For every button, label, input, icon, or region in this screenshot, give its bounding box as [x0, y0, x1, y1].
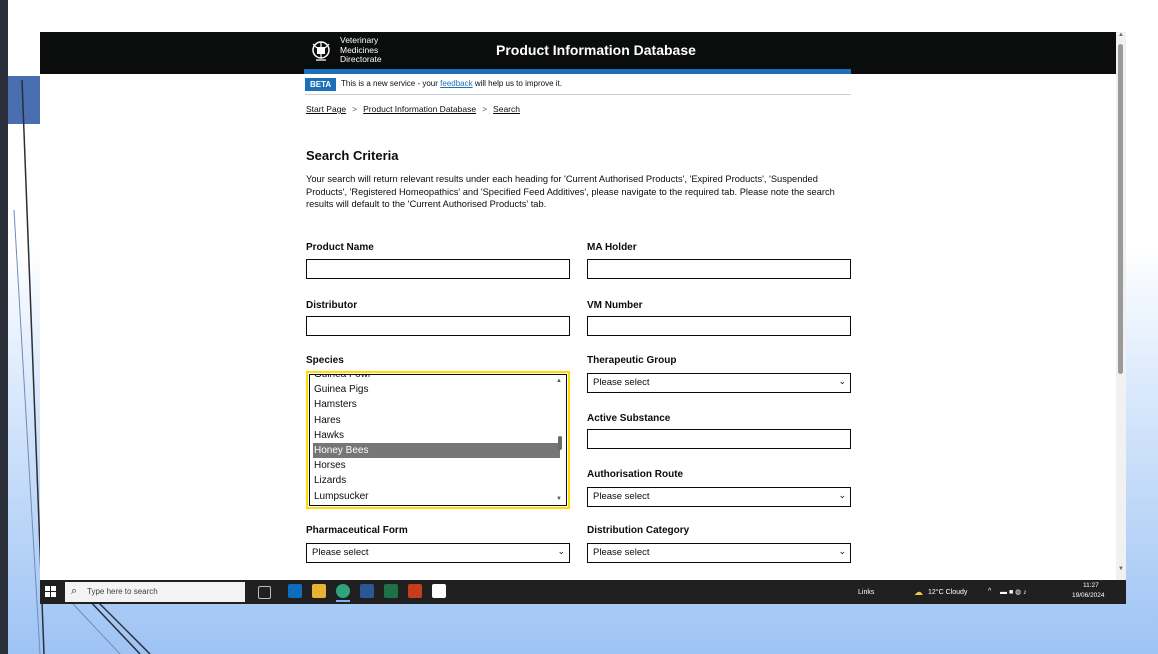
- chevron-down-icon: ⌄: [557, 546, 565, 556]
- distributor-input[interactable]: [306, 316, 570, 336]
- breadcrumb-separator: >: [482, 104, 488, 114]
- authorisation-route-label: Authorisation Route: [587, 469, 684, 480]
- therapeutic-group-value: Please select: [593, 377, 650, 388]
- page-scrollbar[interactable]: ▲ ▼: [1116, 32, 1126, 580]
- page-scroll-thumb[interactable]: [1118, 44, 1123, 374]
- therapeutic-group-select[interactable]: Please select ⌄: [587, 373, 851, 393]
- feedback-link[interactable]: feedback: [440, 79, 472, 88]
- distributor-label: Distributor: [306, 300, 358, 311]
- taskbar-search-box[interactable]: ⌕ Type here to search: [65, 582, 245, 602]
- beta-text-after: will help us to improve it.: [472, 79, 562, 88]
- beta-text-before: This is a new service - your: [341, 79, 441, 88]
- authorisation-route-select[interactable]: Please select ⌄: [587, 487, 851, 507]
- file-explorer-icon[interactable]: [312, 584, 326, 598]
- vm-number-input[interactable]: [587, 316, 851, 336]
- browser-screenshot: Veterinary Medicines Directorate Product…: [40, 32, 1126, 604]
- species-listbox-frame: Guinea Fowl Guinea Pigs Hamsters Hares H…: [309, 374, 567, 506]
- chevron-down-icon: ⌄: [838, 376, 846, 386]
- taskbar-search-placeholder: Type here to search: [87, 587, 158, 596]
- distribution-category-label: Distribution Category: [587, 525, 690, 536]
- species-option-hawks[interactable]: Hawks: [313, 428, 560, 443]
- species-listbox[interactable]: Guinea Fowl Guinea Pigs Hamsters Hares H…: [306, 371, 570, 509]
- royal-crest-icon: [312, 41, 330, 61]
- search-icon: ⌕: [71, 585, 78, 597]
- species-scroll-thumb[interactable]: [558, 436, 562, 450]
- page-title: Search Criteria: [306, 148, 399, 163]
- search-intro-text: Your search will return relevant results…: [306, 174, 835, 210]
- beta-message: This is a new service - your feedback wi…: [341, 79, 562, 88]
- vmd-logo[interactable]: Veterinary Medicines Directorate: [304, 35, 414, 68]
- scroll-down-arrow-icon[interactable]: ▼: [556, 496, 562, 502]
- distribution-category-value: Please select: [593, 547, 650, 558]
- ma-holder-input[interactable]: [587, 259, 851, 279]
- word-icon[interactable]: [360, 584, 374, 598]
- beta-tag: BETA: [305, 78, 337, 91]
- windows-start-icon[interactable]: [45, 586, 57, 598]
- product-name-label: Product Name: [306, 242, 374, 253]
- photos-icon[interactable]: [432, 584, 446, 598]
- vm-number-label: VM Number: [587, 300, 643, 311]
- windows-taskbar: ⌕ Type here to search Links ☁ 12°C Cloud…: [40, 580, 1126, 604]
- breadcrumb-product-database[interactable]: Product Information Database: [363, 104, 476, 114]
- species-option-hamsters[interactable]: Hamsters: [313, 397, 560, 412]
- active-substance-label: Active Substance: [587, 413, 671, 424]
- species-option-hares[interactable]: Hares: [313, 413, 560, 428]
- species-option-guinea-fowl[interactable]: Guinea Fowl: [313, 375, 560, 382]
- pharmaceutical-form-value: Please select: [312, 547, 369, 558]
- pharmaceutical-form-label: Pharmaceutical Form: [306, 525, 408, 536]
- weather-status[interactable]: 12°C Cloudy: [928, 589, 967, 596]
- tray-overflow-icon[interactable]: ^: [988, 588, 991, 595]
- scroll-down-arrow-icon[interactable]: ▼: [1118, 566, 1124, 572]
- excel-icon[interactable]: [384, 584, 398, 598]
- weather-icon: ☁: [914, 587, 923, 597]
- header-blue-strip: [304, 69, 851, 74]
- chevron-down-icon: ⌄: [838, 546, 846, 556]
- product-name-input[interactable]: [306, 259, 570, 279]
- tray-status-icons[interactable]: ▬ ■ ◍ ♪: [1000, 588, 1027, 596]
- breadcrumb-separator: >: [352, 104, 358, 114]
- active-app-indicator: [336, 600, 350, 602]
- org-line-3: Directorate: [340, 54, 382, 64]
- authorisation-route-value: Please select: [593, 491, 650, 502]
- links-toolbar[interactable]: Links: [858, 589, 874, 596]
- species-options: Guinea Fowl Guinea Pigs Hamsters Hares H…: [313, 375, 560, 504]
- edge-browser-icon[interactable]: [336, 584, 350, 598]
- scroll-up-arrow-icon[interactable]: ▲: [556, 378, 562, 384]
- active-substance-input[interactable]: [587, 429, 851, 449]
- species-scrollbar[interactable]: ▲ ▼: [555, 376, 565, 504]
- species-option-honey-bees-selected[interactable]: Honey Bees: [313, 442, 560, 459]
- species-label: Species: [306, 355, 344, 366]
- teams-app-icon[interactable]: [408, 584, 422, 598]
- species-option-horses[interactable]: Horses: [313, 458, 560, 473]
- species-option-lizards[interactable]: Lizards: [313, 473, 560, 488]
- clock-time[interactable]: 11:27: [1083, 582, 1099, 589]
- chevron-down-icon: ⌄: [838, 490, 846, 500]
- scroll-up-arrow-icon[interactable]: ▲: [1118, 32, 1124, 38]
- breadcrumb-search[interactable]: Search: [493, 104, 520, 114]
- breadcrumb-start-page[interactable]: Start Page: [306, 104, 346, 114]
- breadcrumb: Start Page > Product Information Database >…: [306, 104, 520, 114]
- species-option-lumpsucker[interactable]: Lumpsucker: [313, 489, 560, 504]
- task-view-icon[interactable]: [258, 586, 271, 599]
- pharmaceutical-form-select[interactable]: Please select ⌄: [306, 543, 570, 563]
- distribution-category-select[interactable]: Please select ⌄: [587, 543, 851, 563]
- species-option-guinea-pigs[interactable]: Guinea Pigs: [313, 382, 560, 397]
- page-header-title: Product Information Database: [496, 42, 696, 58]
- phase-banner: BETA This is a new service - your feedba…: [305, 76, 851, 95]
- clock-date[interactable]: 19/06/2024: [1072, 592, 1105, 599]
- therapeutic-group-label: Therapeutic Group: [587, 355, 677, 366]
- outlook-icon[interactable]: [288, 584, 302, 598]
- system-tray: Links ☁ 12°C Cloudy ^ ▬ ■ ◍ ♪ 11:27 19/0…: [858, 580, 1118, 604]
- ma-holder-label: MA Holder: [587, 242, 637, 253]
- site-header: Veterinary Medicines Directorate Product…: [40, 32, 1116, 74]
